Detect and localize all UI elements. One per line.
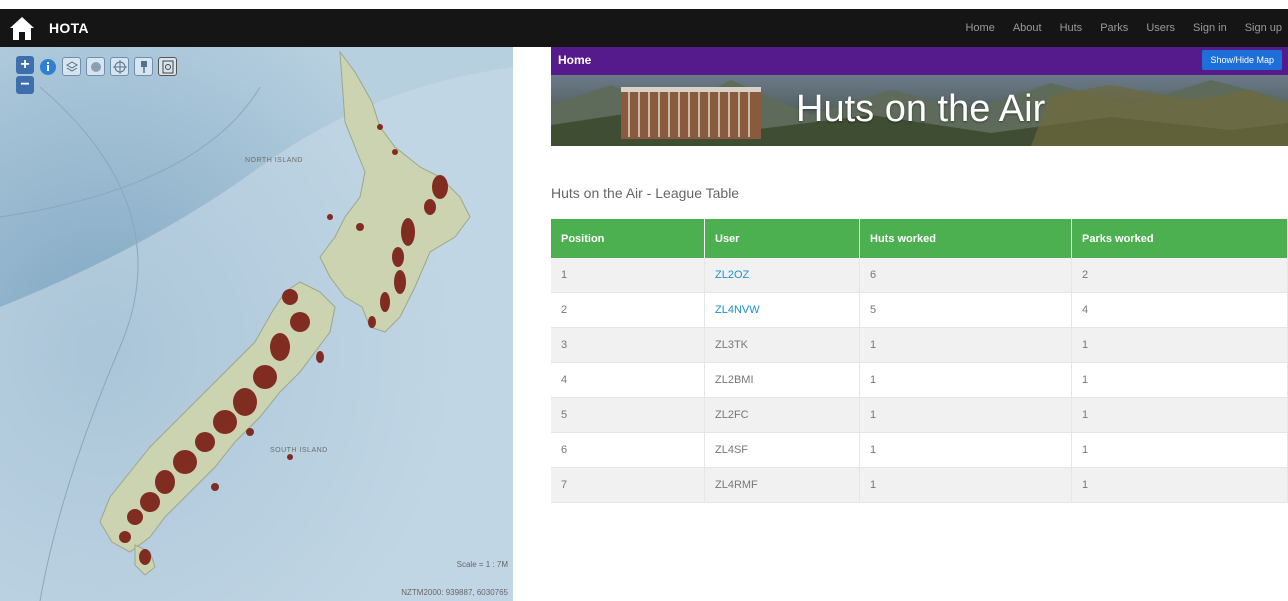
cell-parks: 2 (1071, 258, 1288, 293)
map-panel[interactable]: + − NORTH ISLAND SOUTH ISLAND Scale = 1 … (0, 47, 513, 601)
pin-icon (140, 60, 147, 73)
user-link[interactable]: ZL4NVW (704, 292, 860, 328)
pin-button[interactable] (134, 57, 153, 76)
cell-parks: 1 (1071, 432, 1288, 468)
navbar: HOTA Home About Huts Parks Users Sign in… (0, 9, 1288, 47)
table-row: 7 ZL4RMF 1 1 (551, 467, 1288, 503)
cell-parks: 1 (1071, 467, 1288, 503)
cell-user: ZL3TK (704, 327, 860, 363)
home-icon (10, 17, 34, 40)
north-island-label: NORTH ISLAND (245, 157, 303, 164)
table-row: 1 ZL2OZ 6 2 (551, 258, 1288, 293)
cell-user: ZL4SF (704, 432, 860, 468)
col-huts-worked: Huts worked (859, 219, 1072, 258)
south-island-label: SOUTH ISLAND (270, 447, 328, 454)
main-content: Home Show/Hide Map Huts on the Air Huts … (551, 47, 1288, 503)
col-position: Position (551, 219, 705, 258)
table-row: 2 ZL4NVW 5 4 (551, 292, 1288, 328)
globe-icon (90, 61, 101, 72)
table-row: 5 ZL2FC 1 1 (551, 397, 1288, 433)
cell-position: 7 (551, 467, 705, 503)
zoom-in-button[interactable]: + (16, 56, 34, 74)
cell-parks: 1 (1071, 397, 1288, 433)
home-label: Home (558, 53, 592, 67)
top-strip (0, 0, 1288, 9)
locate-button[interactable] (110, 57, 129, 76)
cell-user: ZL4RMF (704, 467, 860, 503)
cell-huts: 1 (859, 397, 1072, 433)
cell-huts: 1 (859, 327, 1072, 363)
home-bar: Home Show/Hide Map (551, 47, 1288, 75)
layers-button[interactable] (62, 57, 81, 76)
cell-user: ZL2FC (704, 397, 860, 433)
crosshair-icon (112, 59, 127, 74)
info-button[interactable] (38, 57, 57, 76)
cell-user: ZL2BMI (704, 362, 860, 398)
zoom-control: + − (16, 56, 34, 96)
nav-about[interactable]: About (1013, 22, 1042, 34)
nav-home[interactable]: Home (965, 22, 994, 34)
map-scale: Scale = 1 : 7M (456, 560, 508, 569)
cell-huts: 6 (859, 258, 1072, 293)
cell-position: 6 (551, 432, 705, 468)
cell-position: 4 (551, 362, 705, 398)
zoom-out-button[interactable]: − (16, 76, 34, 94)
info-icon (39, 58, 56, 75)
basemap-button[interactable] (86, 57, 105, 76)
col-user: User (704, 219, 860, 258)
map-coordinates: NZTM2000: 939887, 6030765 (401, 588, 508, 597)
nav-huts[interactable]: Huts (1060, 22, 1083, 34)
league-table: Position User Huts worked Parks worked 1… (551, 219, 1288, 503)
cell-position: 2 (551, 292, 705, 328)
cell-parks: 1 (1071, 327, 1288, 363)
table-header-row: Position User Huts worked Parks worked (551, 219, 1288, 258)
nav-sign-in[interactable]: Sign in (1193, 22, 1227, 34)
nav-parks[interactable]: Parks (1100, 22, 1128, 34)
table-row: 6 ZL4SF 1 1 (551, 432, 1288, 468)
cell-huts: 1 (859, 467, 1072, 503)
map-canvas[interactable] (0, 47, 513, 601)
cell-parks: 1 (1071, 362, 1288, 398)
layers-icon (65, 60, 78, 72)
brand[interactable]: HOTA (9, 13, 89, 43)
cell-position: 5 (551, 397, 705, 433)
nav-links: Home About Huts Parks Users Sign in Sign… (956, 9, 1288, 47)
brand-name: HOTA (49, 20, 89, 36)
user-link[interactable]: ZL2OZ (704, 258, 860, 293)
banner-title: Huts on the Air (796, 88, 1046, 130)
banner: Huts on the Air (551, 75, 1288, 146)
help-button[interactable] (158, 57, 177, 76)
cell-huts: 1 (859, 432, 1072, 468)
nav-users[interactable]: Users (1146, 22, 1175, 34)
show-hide-map-button[interactable]: Show/Hide Map (1202, 50, 1282, 70)
table-row: 4 ZL2BMI 1 1 (551, 362, 1288, 398)
cell-huts: 1 (859, 362, 1072, 398)
league-table-title: Huts on the Air - League Table (551, 185, 740, 201)
cell-position: 3 (551, 327, 705, 363)
cell-huts: 5 (859, 292, 1072, 328)
table-row: 3 ZL3TK 1 1 (551, 327, 1288, 363)
cell-position: 1 (551, 258, 705, 293)
cell-parks: 4 (1071, 292, 1288, 328)
help-icon (162, 60, 173, 73)
nav-sign-up[interactable]: Sign up (1245, 22, 1282, 34)
col-parks-worked: Parks worked (1071, 219, 1288, 258)
map-toolbar (38, 57, 182, 76)
